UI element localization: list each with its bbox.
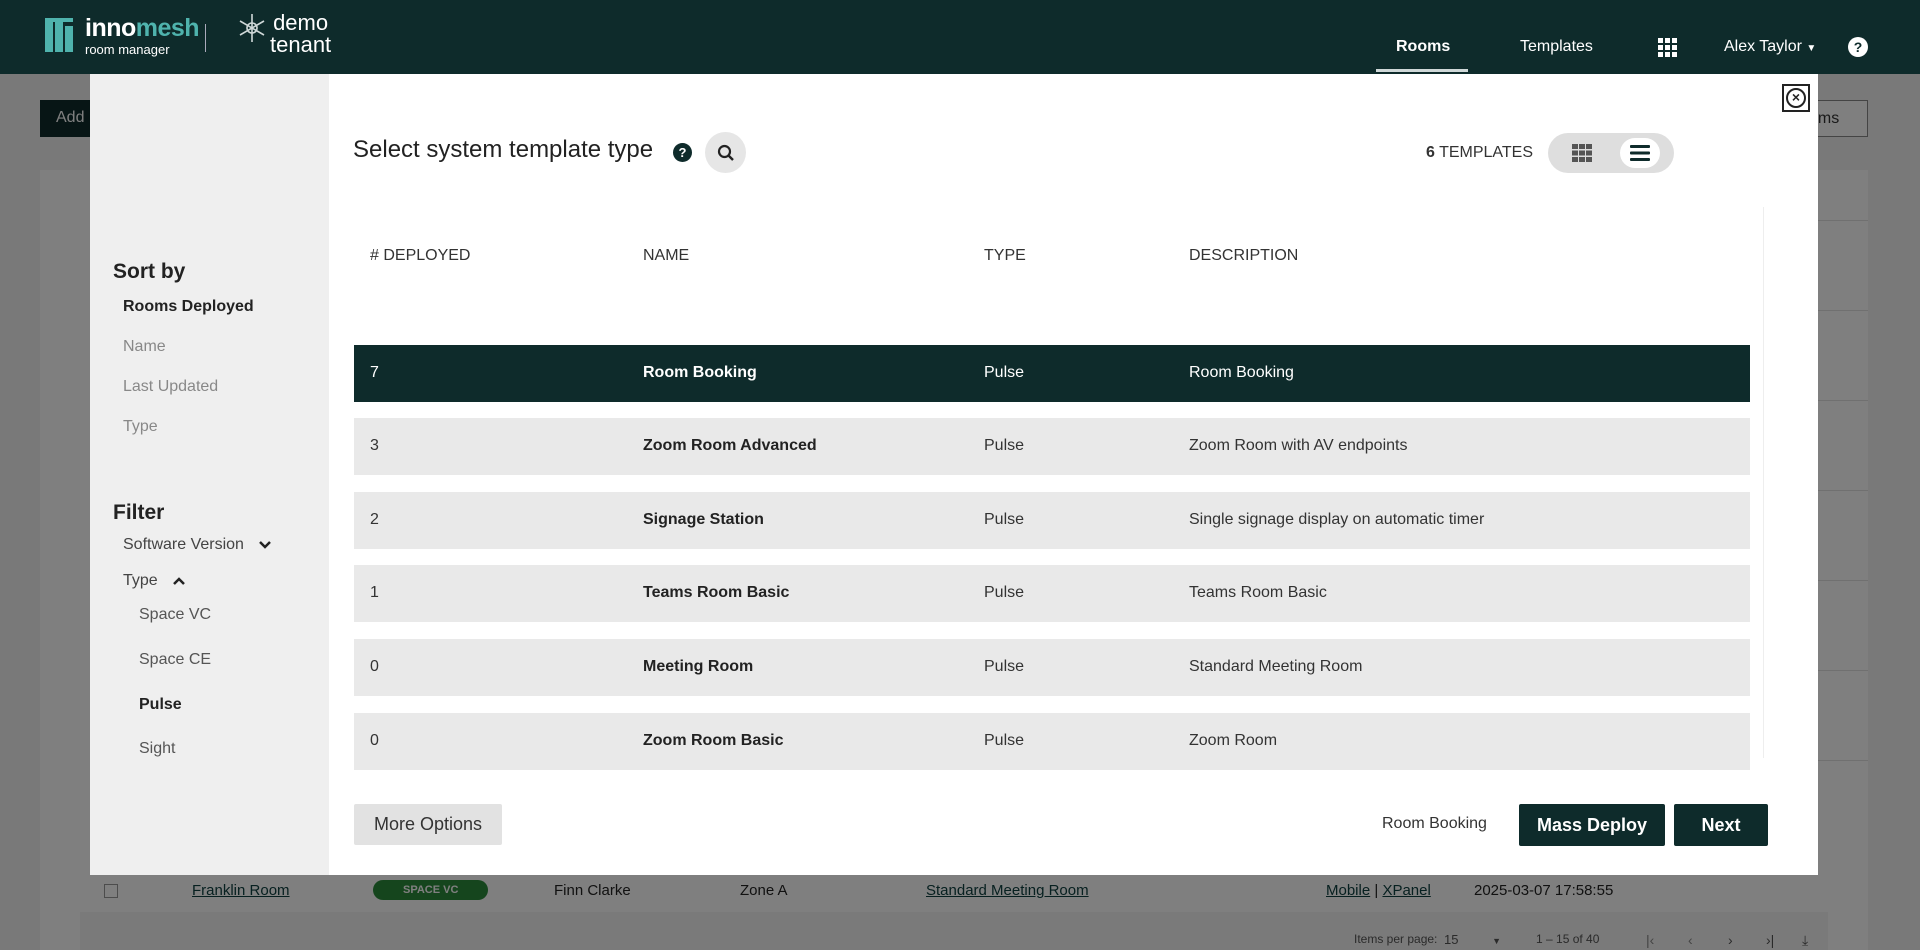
- cell-type: Pulse: [984, 364, 1025, 381]
- help-icon[interactable]: ?: [1848, 37, 1868, 57]
- cell-description: Teams Room Basic: [1189, 584, 1327, 601]
- grid-view-icon: [1572, 144, 1592, 162]
- innomesh-logo[interactable]: innomesh room manager: [45, 14, 200, 57]
- sort-option-rooms-deployed[interactable]: Rooms Deployed: [123, 298, 254, 316]
- table-row[interactable]: 7 Room Booking Pulse Room Booking: [354, 345, 1750, 402]
- type-option-sight[interactable]: Sight: [139, 740, 175, 758]
- cell-deployed: 3: [370, 437, 379, 454]
- modal-title: Select system template type: [353, 136, 654, 163]
- type-option-pulse[interactable]: Pulse: [139, 696, 182, 714]
- template-count-value: 6: [1426, 144, 1435, 161]
- tenant-line1: demo: [273, 10, 329, 35]
- cell-deployed: 0: [370, 732, 379, 749]
- apps-grid-icon[interactable]: [1658, 38, 1678, 63]
- view-toggle: [1548, 133, 1674, 173]
- template-count: 6 TEMPLATES: [1426, 144, 1533, 162]
- cell-name: Meeting Room: [643, 658, 754, 675]
- more-options-button[interactable]: More Options: [354, 804, 503, 845]
- template-select-modal: Sort by Rooms Deployed Name Last Updated…: [90, 74, 1818, 875]
- nav-active-indicator: [1376, 69, 1468, 72]
- cell-type: Pulse: [984, 658, 1025, 675]
- brand-subtitle: room manager: [85, 42, 170, 57]
- nav-templates[interactable]: Templates: [1520, 38, 1593, 56]
- user-name: Alex Taylor: [1724, 38, 1802, 55]
- type-option-space-ce[interactable]: Space CE: [139, 651, 211, 669]
- cell-description: Single signage display on automatic time…: [1189, 511, 1485, 528]
- table-row[interactable]: 0 Meeting Room Pulse Standard Meeting Ro…: [354, 639, 1750, 696]
- close-icon: ×: [1786, 88, 1806, 108]
- tenant-line2: tenant: [270, 32, 332, 57]
- table-row[interactable]: 1 Teams Room Basic Pulse Teams Room Basi…: [354, 565, 1750, 622]
- cell-type: Pulse: [984, 732, 1025, 749]
- cell-description: Room Booking: [1189, 364, 1294, 381]
- sort-option-last-updated[interactable]: Last Updated: [123, 378, 218, 396]
- cell-name: Teams Room Basic: [643, 584, 790, 601]
- cell-description: Zoom Room: [1189, 732, 1278, 749]
- modal-sidebar: Sort by Rooms Deployed Name Last Updated…: [90, 74, 329, 875]
- sort-option-name[interactable]: Name: [123, 338, 166, 356]
- sort-option-type[interactable]: Type: [123, 418, 158, 436]
- column-header-name[interactable]: NAME: [643, 247, 689, 265]
- filter-software-version-label: Software Version: [123, 536, 244, 553]
- selected-template-label: Room Booking: [1382, 815, 1487, 832]
- cell-deployed: 2: [370, 511, 379, 528]
- tenant-logo: demo tenant: [236, 12, 331, 56]
- cell-description: Zoom Room with AV endpoints: [1189, 437, 1408, 454]
- template-count-label: TEMPLATES: [1439, 144, 1534, 161]
- search-icon: [717, 144, 734, 161]
- next-button[interactable]: Next: [1674, 804, 1768, 846]
- filter-software-version[interactable]: Software Version: [123, 536, 272, 554]
- cell-name: Zoom Room Advanced: [643, 437, 817, 454]
- cell-description: Standard Meeting Room: [1189, 658, 1363, 675]
- search-button[interactable]: [705, 132, 746, 173]
- brand-text-accent: mesh: [135, 14, 200, 42]
- type-option-space-vc[interactable]: Space VC: [139, 606, 211, 624]
- cell-deployed: 0: [370, 658, 379, 675]
- cell-name: Signage Station: [643, 511, 764, 528]
- mass-deploy-button[interactable]: Mass Deploy: [1519, 804, 1665, 846]
- cell-name: Zoom Room Basic: [643, 732, 784, 749]
- chevron-up-icon: [173, 576, 186, 585]
- cell-type: Pulse: [984, 584, 1025, 601]
- cell-deployed: 7: [370, 364, 379, 381]
- sort-by-heading: Sort by: [113, 260, 186, 283]
- list-view-icon: [1630, 145, 1650, 161]
- close-modal-button[interactable]: ×: [1782, 84, 1810, 112]
- help-icon[interactable]: ?: [673, 143, 692, 162]
- grid-view-button[interactable]: [1562, 138, 1602, 168]
- filter-type[interactable]: Type: [123, 572, 186, 590]
- user-menu[interactable]: Alex Taylor ▼: [1724, 38, 1816, 56]
- list-view-button[interactable]: [1620, 138, 1660, 168]
- cell-type: Pulse: [984, 437, 1025, 454]
- logo-mark-icon: [45, 18, 79, 54]
- top-navbar: innomesh room manager demo tenant Rooms …: [0, 0, 1920, 74]
- filter-heading: Filter: [113, 501, 165, 524]
- chevron-down-icon: [259, 540, 272, 549]
- caret-down-icon: ▼: [1806, 43, 1817, 54]
- column-header-description[interactable]: DESCRIPTION: [1189, 247, 1298, 265]
- table-row[interactable]: 2 Signage Station Pulse Single signage d…: [354, 492, 1750, 549]
- cell-deployed: 1: [370, 584, 379, 601]
- column-header-deployed[interactable]: # DEPLOYED: [370, 247, 470, 265]
- filter-type-label: Type: [123, 572, 158, 589]
- table-row[interactable]: 3 Zoom Room Advanced Pulse Zoom Room wit…: [354, 418, 1750, 475]
- logo-divider: [205, 24, 206, 52]
- table-row[interactable]: 0 Zoom Room Basic Pulse Zoom Room: [354, 713, 1750, 770]
- snowflake-icon: [239, 14, 265, 42]
- cell-name: Room Booking: [643, 364, 757, 381]
- column-header-type[interactable]: TYPE: [984, 247, 1026, 265]
- nav-rooms[interactable]: Rooms: [1396, 38, 1450, 56]
- brand-text: inno: [85, 14, 136, 42]
- cell-type: Pulse: [984, 511, 1025, 528]
- templates-table: # DEPLOYED NAME TYPE DESCRIPTION 7 Room …: [354, 207, 1764, 770]
